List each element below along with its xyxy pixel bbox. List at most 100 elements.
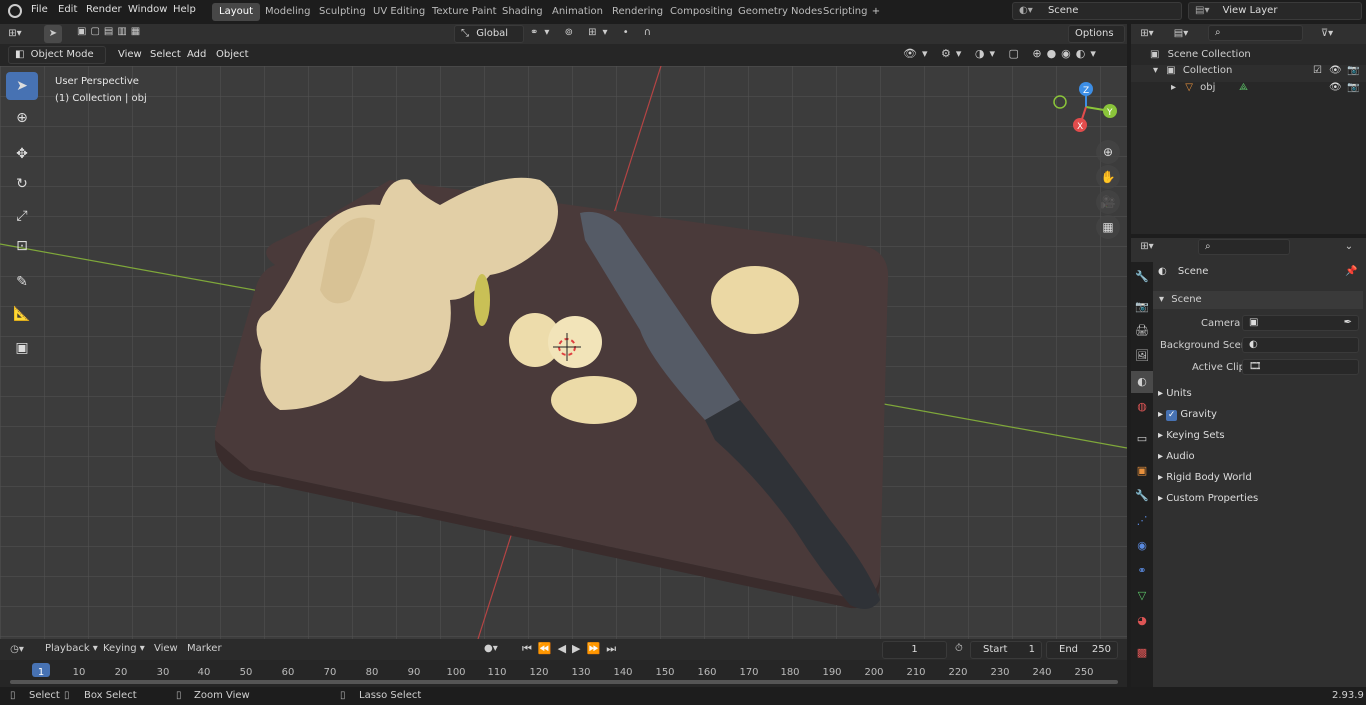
add-workspace-icon[interactable]: +	[867, 3, 885, 21]
pin-icon[interactable]: 📌	[1345, 266, 1357, 277]
menu-file[interactable]: File	[31, 4, 48, 15]
viewport-menu-view[interactable]: View	[118, 49, 142, 60]
camera-icon[interactable]: 📷	[1347, 65, 1359, 76]
3d-viewport[interactable]	[0, 66, 1127, 639]
expand-arrow-icon[interactable]: ▸	[1171, 82, 1176, 93]
texture-tab-icon[interactable]: ▩	[1131, 642, 1153, 664]
properties-search-input[interactable]: ⌕	[1198, 239, 1290, 255]
selection-mode-icons[interactable]: ▣▢▤▥▦	[77, 26, 161, 42]
current-frame-field[interactable]: 1	[882, 641, 947, 659]
eyedropper-icon[interactable]: ✒	[1344, 316, 1352, 330]
expand-arrow-icon[interactable]: ▾	[1153, 65, 1158, 76]
tab-texture-paint[interactable]: Texture Paint	[425, 3, 504, 21]
start-frame-field[interactable]: Start 1	[970, 641, 1042, 659]
view-layer-tab-icon[interactable]: 🖼	[1131, 345, 1153, 367]
material-tab-icon[interactable]: ◕	[1131, 610, 1153, 632]
rotate-tool-icon[interactable]: ↻	[6, 170, 38, 198]
transform-tool-icon[interactable]: ⊡	[6, 232, 38, 260]
active-clip-field[interactable]: 🎞	[1242, 359, 1359, 375]
navigation-gizmo[interactable]: Z Y X	[1050, 78, 1120, 138]
transform-orientation-dropdown[interactable]: ⤡ Global	[454, 25, 524, 43]
background-scene-field[interactable]: ◐	[1242, 337, 1359, 353]
eye-icon[interactable]: 👁	[1329, 82, 1342, 93]
outliner-editor-icon[interactable]: ⊞▾	[1138, 25, 1156, 43]
view-layer-selector[interactable]: ▤▾ View Layer	[1188, 2, 1362, 20]
object-tab-icon[interactable]: ▣	[1131, 460, 1153, 482]
zoom-icon[interactable]: ⊕	[1096, 140, 1120, 164]
data-tab-icon[interactable]: ▽	[1131, 585, 1153, 607]
camera-field[interactable]: ▣ ✒	[1242, 315, 1359, 331]
properties-options-icon[interactable]: ⌄	[1340, 238, 1358, 256]
subpanel-gravity[interactable]: ▸ ✓ Gravity	[1158, 409, 1217, 421]
editor-type-icon[interactable]: ⊞▾	[6, 25, 24, 43]
particles-tab-icon[interactable]: ⋰	[1131, 510, 1153, 532]
physics-tab-icon[interactable]: ◉	[1131, 535, 1153, 557]
viewport-shading-icons[interactable]: 👁▾ ⚙▾ ◑▾ ▢ ⊕●◉◐▾	[903, 47, 1101, 60]
tab-compositing[interactable]: Compositing	[663, 3, 740, 21]
select-box-tool-icon[interactable]: ➤	[6, 72, 38, 100]
timeline-editor-icon[interactable]: ◷▾	[8, 641, 26, 659]
camera-icon[interactable]: 📷	[1347, 82, 1359, 93]
object-mode-dropdown[interactable]: ◧ Object Mode	[8, 46, 106, 64]
timeline-menu-marker[interactable]: Marker	[187, 643, 222, 654]
cursor-tool-icon[interactable]: ⊕	[6, 104, 38, 132]
add-cube-tool-icon[interactable]: ▣	[6, 334, 38, 362]
menu-help[interactable]: Help	[173, 4, 196, 15]
timeline-menu-keying[interactable]: Keying ▾	[103, 643, 145, 654]
properties-editor-icon[interactable]: ⊞▾	[1138, 238, 1156, 256]
playback-controls[interactable]: ⏮⏪◀▶⏩⏭	[522, 642, 622, 656]
subpanel-audio[interactable]: ▸ Audio	[1158, 451, 1195, 462]
tool-tab-icon[interactable]: 🔧	[1131, 266, 1153, 288]
camera-view-icon[interactable]: 🎥	[1096, 190, 1120, 214]
tab-animation[interactable]: Animation	[545, 3, 610, 21]
gravity-checkbox[interactable]: ✓	[1166, 410, 1178, 421]
subpanel-keying-sets[interactable]: ▸ Keying Sets	[1158, 430, 1225, 441]
output-tab-icon[interactable]: 🖨	[1131, 320, 1153, 342]
ortho-grid-icon[interactable]: ▦	[1096, 215, 1120, 239]
measure-tool-icon[interactable]: 📐	[6, 300, 38, 328]
tab-sculpting[interactable]: Sculpting	[312, 3, 373, 21]
outliner-row-obj[interactable]: ▸ ▽ obj ⟁ 👁 📷	[1131, 82, 1366, 99]
eye-icon[interactable]: 👁	[1329, 65, 1342, 76]
stopwatch-icon[interactable]: ⏱	[955, 643, 963, 654]
timeline-scrollbar[interactable]	[10, 680, 1118, 684]
tab-layout[interactable]: Layout	[212, 3, 260, 21]
render-tab-icon[interactable]: 📷	[1131, 296, 1153, 318]
pan-hand-icon[interactable]: ✋	[1096, 165, 1120, 189]
scale-tool-icon[interactable]: ⤢	[6, 202, 38, 230]
subpanel-custom-properties[interactable]: ▸ Custom Properties	[1158, 493, 1258, 504]
menu-window[interactable]: Window	[128, 4, 167, 15]
tab-shading[interactable]: Shading	[495, 3, 550, 21]
record-button-icon[interactable]: ●▾	[484, 643, 498, 654]
scene-selector[interactable]: ◐▾ Scene	[1012, 2, 1182, 20]
snapping-icons[interactable]: ⚭▾ ⊚ ⊞▾ • ∩	[530, 27, 657, 38]
tab-rendering[interactable]: Rendering	[605, 3, 670, 21]
filter-icon[interactable]: ⊽▾	[1318, 25, 1336, 43]
timeline-menu-playback[interactable]: Playback ▾	[45, 643, 98, 654]
end-frame-field[interactable]: End 250	[1046, 641, 1118, 659]
subpanel-units[interactable]: ▸ Units	[1158, 388, 1192, 399]
viewport-menu-object[interactable]: Object	[216, 49, 249, 60]
scene-tab-icon[interactable]: ◐	[1131, 371, 1153, 393]
viewport-menu-select[interactable]: Select	[150, 49, 181, 60]
scene-panel-header[interactable]: ▾ Scene	[1153, 291, 1363, 309]
checkbox-icon[interactable]: ☑	[1313, 65, 1322, 76]
tab-scripting[interactable]: Scripting	[816, 3, 874, 21]
tab-uv-editing[interactable]: UV Editing	[366, 3, 432, 21]
outliner-row-scene-collection[interactable]: ▣ Scene Collection	[1150, 49, 1360, 65]
blender-logo-icon[interactable]	[8, 4, 22, 18]
constraints-tab-icon[interactable]: ⚭	[1131, 560, 1153, 582]
world-tab-icon[interactable]: ◍	[1131, 396, 1153, 418]
select-cursor-icon[interactable]: ➤	[44, 25, 62, 43]
menu-edit[interactable]: Edit	[58, 4, 77, 15]
subpanel-rigid-body-world[interactable]: ▸ Rigid Body World	[1158, 472, 1252, 483]
move-tool-icon[interactable]: ✥	[6, 140, 38, 168]
menu-render[interactable]: Render	[86, 4, 122, 15]
tab-geometry-nodes[interactable]: Geometry Nodes	[731, 3, 829, 21]
options-dropdown[interactable]: Options	[1068, 25, 1125, 43]
outliner-search-input[interactable]: ⌕	[1208, 25, 1303, 41]
timeline-menu-view[interactable]: View	[154, 643, 178, 654]
modifier-tab-icon[interactable]: 🔧	[1131, 485, 1153, 507]
annotate-tool-icon[interactable]: ✎	[6, 268, 38, 296]
tab-modeling[interactable]: Modeling	[258, 3, 318, 21]
